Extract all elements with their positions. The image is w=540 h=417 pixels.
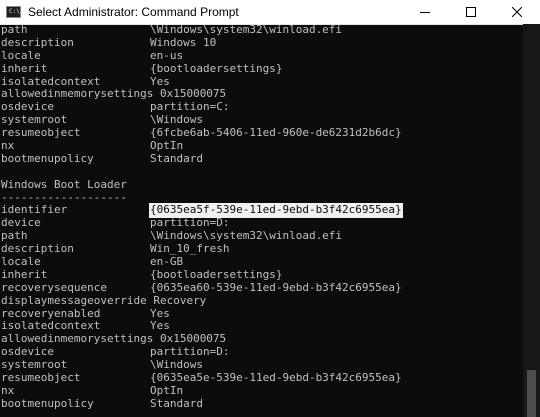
console-key: osdevice [1,101,54,114]
minimize-button[interactable] [402,0,448,24]
console-value: Recovery [153,293,207,307]
console-line: resumeobject {6fcbe6ab-5406-11ed-960e-de6… [1,126,524,140]
console-line: nx OptIn [1,139,524,153]
console-value: \Windows\system32\winload.efi [150,24,343,36]
console-key: osdevice [1,346,54,359]
console-key: resumeobject [1,127,81,140]
console-line: recoveryenabled Yes [1,307,524,321]
console-key: device [1,217,41,230]
console-key: systemroot [1,114,68,127]
console-key: allowedinmemorysettings [1,332,154,346]
cmd-icon-text: C:\ [9,8,20,15]
console-value: Standard [150,151,203,165]
console-key: description [1,243,74,256]
scroll-thumb[interactable] [527,369,536,417]
maximize-icon [466,7,476,17]
console-key: displaymessageoverride [1,293,147,307]
console-key: path [1,230,28,243]
console-value: Standard [150,396,203,410]
console-line: description Windows 10 [1,35,524,50]
console-value: {bootloadersettings} [150,61,283,75]
console-key: description [1,36,74,49]
console-key: systemroot [1,359,68,372]
console-line: allowedinmemorysettings 0x15000075 [1,332,524,346]
console-line: identifier {0635ea5f-539e-11ed-9ebd-b3f42… [1,203,524,219]
cmd-icon[interactable]: C:\ [6,6,21,18]
console-key: Windows Boot Loader [1,178,127,191]
console-line: path \Windows\system32\winload.efi [1,229,524,243]
window-title: Select Administrator: Command Prompt [28,5,239,19]
console-value: OptIn [150,139,184,153]
console-key: locale [1,256,41,269]
console-value: Windows 10 [150,35,217,49]
console-key: inherit [1,268,48,281]
title-bar[interactable]: C:\ Select Administrator: Command Prompt [0,0,540,25]
console-key: bootmenupolicy [1,152,94,165]
console-line: osdevice partition=C: [1,100,524,114]
close-button[interactable] [494,0,540,24]
console-key: resumeobject [1,372,81,385]
console-line: bootmenupolicy Standard [1,151,524,166]
console-line: inherit {bootloadersettings} [1,267,524,282]
console-key: nx [1,140,15,153]
console-value: OptIn [150,383,184,397]
console-line: Windows Boot Loader [1,179,524,192]
console-line [1,166,524,179]
maximize-button[interactable] [448,0,494,24]
console-line: locale en-GB [1,255,524,269]
console-value: {bootloadersettings} [150,267,283,281]
console-line: resumeobject {0635ea5e-539e-11ed-9ebd-b3f… [1,371,524,385]
console-line: path \Windows\system32\winload.efi [1,24,524,37]
console-line: osdevice partition=D: [1,345,524,359]
console-key: ------------------- [1,191,127,204]
console-key: inherit [1,62,48,75]
console-output[interactable]: path \Windows\system32\winload.efi descrip… [0,24,524,417]
console-key: nx [1,384,15,397]
console-line: locale en-us [1,48,524,63]
console-line: description Win_10_fresh [1,242,524,256]
console-key: recoveryenabled [1,307,101,320]
close-icon [512,7,522,17]
console-key: allowedinmemorysettings [1,87,154,101]
console-value: {0635ea60-539e-11ed-9ebd-b3f42c6955ea} [150,280,402,294]
console-line: recoverysequence {0635ea60-539e-11ed-9ebd… [1,280,524,295]
console-value: {0635ea5e-539e-11ed-9ebd-b3f42c6955ea} [150,371,402,385]
console-key: bootmenupolicy [1,397,94,410]
console-line: allowedinmemorysettings 0x15000075 [1,88,524,101]
command-prompt-window: C:\ Select Administrator: Command Prompt… [0,0,540,417]
console-key: locale [1,49,41,62]
console-key: path [1,24,28,36]
console-key: identifier [1,204,68,217]
console-value: {6fcbe6ab-5406-11ed-960e-de6231d2b6dc} [150,126,402,140]
console-key: recoverysequence [1,281,107,294]
console-value: en-GB [150,255,184,269]
console-line: nx OptIn [1,383,524,398]
console-line: inherit {bootloadersettings} [1,61,524,76]
minimize-icon [420,12,430,13]
console-key [1,166,150,179]
console-line: bootmenupolicy Standard [1,396,524,411]
console-line: displaymessageoverride Recovery [1,293,524,308]
console-value: en-us [150,48,184,62]
vertical-scrollbar[interactable] [523,24,540,417]
